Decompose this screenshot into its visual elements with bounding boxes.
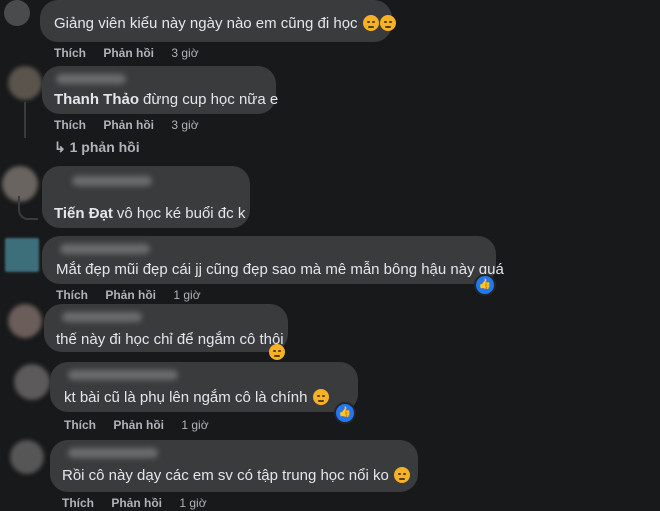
- comment-actions: Thích Phản hồi 3 giờ: [54, 46, 213, 60]
- reply-link[interactable]: Phản hồi: [103, 118, 154, 132]
- blurred-author-name: [68, 448, 158, 458]
- thread-line: [18, 196, 38, 220]
- avatar[interactable]: [5, 238, 39, 272]
- like-link[interactable]: Thích: [64, 418, 96, 432]
- comment-bubble: Giảng viên kiểu này ngày nào em cũng đi …: [40, 0, 396, 42]
- comment-text: đừng cup học nữa e: [143, 91, 279, 108]
- comment-text: kt bài cũ là phụ lên ngắm cô là chính: [64, 389, 308, 406]
- blurred-author-name: [72, 176, 152, 186]
- comment-actions: Thích Phản hồi 1 giờ: [56, 288, 215, 302]
- blurred-author-name: [68, 370, 178, 380]
- blurred-author-name: [60, 244, 150, 254]
- face-with-hand-over-mouth-icon: [312, 389, 329, 405]
- like-link[interactable]: Thích: [54, 118, 86, 132]
- timestamp[interactable]: 1 giờ: [173, 288, 200, 302]
- reply-link[interactable]: Phản hồi: [103, 46, 154, 60]
- like-reaction-icon[interactable]: 👍: [334, 402, 356, 424]
- avatar[interactable]: [10, 440, 44, 474]
- laughing-face-icon: [394, 467, 411, 483]
- like-link[interactable]: Thích: [62, 496, 94, 510]
- comment-bubble: kt bài cũ là phụ lên ngắm cô là chính: [50, 362, 358, 412]
- mentioned-name[interactable]: Thanh Thảo: [54, 91, 139, 108]
- comment-bubble: thế này đi học chỉ để ngắm cô thôi: [44, 304, 288, 352]
- comment-actions: Thích Phản hồi 1 giờ: [64, 418, 223, 432]
- mentioned-name[interactable]: Tiến Đạt: [54, 205, 113, 222]
- comment-text: vô học ké buổi đc k: [116, 205, 246, 222]
- avatar[interactable]: [8, 304, 42, 338]
- timestamp[interactable]: 1 giờ: [179, 496, 206, 510]
- like-link[interactable]: Thích: [54, 46, 86, 60]
- comment-bubble: Mắt đẹp mũi đẹp cái jj cũng đẹp sao mà m…: [42, 236, 504, 284]
- blurred-author-name: [56, 74, 126, 84]
- comment-bubble: Thanh Thảo đừng cup học nữa e: [42, 66, 279, 114]
- comment-text: thế này đi học chỉ để ngắm cô thôi: [56, 331, 284, 348]
- comment-text: Mắt đẹp mũi đẹp cái jj cũng đẹp sao mà m…: [56, 261, 504, 278]
- timestamp[interactable]: 1 giờ: [181, 418, 208, 432]
- timestamp[interactable]: 3 giờ: [171, 118, 198, 132]
- avatar[interactable]: [4, 0, 30, 26]
- disappointed-face-icon: [362, 15, 379, 31]
- reply-link[interactable]: Phản hồi: [105, 288, 156, 302]
- like-link[interactable]: Thích: [56, 288, 88, 302]
- avatar[interactable]: [8, 66, 42, 100]
- reply-arrow-icon: ↳: [54, 139, 66, 155]
- comment-bubble: Rồi cô này dạy các em sv có tập trung họ…: [50, 440, 418, 492]
- view-replies-link[interactable]: ↳ 1 phản hồi: [54, 139, 140, 156]
- reply-link[interactable]: Phản hồi: [113, 418, 164, 432]
- reply-link[interactable]: Phản hồi: [111, 496, 162, 510]
- comment-actions: Thích Phản hồi 1 giờ: [62, 496, 221, 510]
- thread-line: [24, 102, 26, 138]
- avatar[interactable]: [14, 364, 50, 400]
- timestamp[interactable]: 3 giờ: [171, 46, 198, 60]
- grinning-face-icon: [269, 344, 285, 360]
- blurred-author-name: [62, 312, 142, 322]
- comment-text: Giảng viên kiểu này ngày nào em cũng đi …: [54, 15, 358, 32]
- comment-text: Rồi cô này dạy các em sv có tập trung họ…: [62, 467, 389, 484]
- like-reaction-icon[interactable]: 👍: [474, 274, 496, 296]
- disappointed-face-icon: [379, 15, 396, 31]
- comment-actions: Thích Phản hồi 3 giờ: [54, 118, 213, 132]
- comment-bubble: Tiến Đạt vô học ké buổi đc k: [42, 166, 250, 228]
